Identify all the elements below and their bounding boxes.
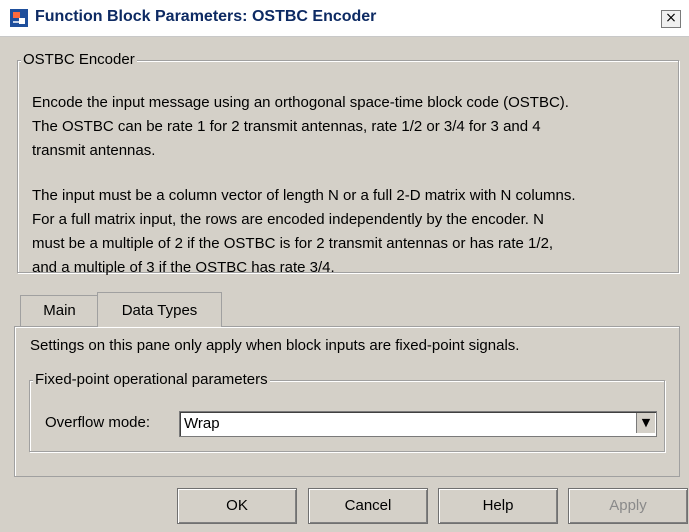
description-group-legend: OSTBC Encoder	[21, 51, 137, 69]
simulink-block-icon	[10, 9, 28, 27]
pane-note: Settings on this pane only apply when bl…	[30, 337, 520, 354]
description-line: transmit antennas.	[32, 142, 156, 159]
description-line: The input must be a column vector of len…	[32, 187, 576, 204]
description-line: The OSTBC can be rate 1 for 2 transmit a…	[32, 118, 541, 135]
description-group: OSTBC Encoder Encode the input message u…	[17, 51, 679, 276]
overflow-mode-value: Wrap	[184, 415, 220, 432]
title-bar: Function Block Parameters: OSTBC Encoder…	[0, 0, 689, 37]
description-line: must be a multiple of 2 if the OSTBC is …	[32, 235, 554, 252]
description-text: Encode the input message using an orthog…	[32, 91, 576, 280]
fixed-point-group-legend: Fixed-point operational parameters	[33, 371, 270, 389]
window-title: Function Block Parameters: OSTBC Encoder	[35, 8, 377, 25]
dropdown-arrow-icon[interactable]: ▼	[636, 413, 655, 433]
tab-main[interactable]: Main	[20, 295, 99, 326]
data-types-pane: Settings on this pane only apply when bl…	[14, 326, 680, 477]
apply-button[interactable]: Apply	[568, 488, 688, 524]
overflow-mode-label: Overflow mode:	[45, 414, 151, 431]
description-line: Encode the input message using an orthog…	[32, 94, 569, 111]
close-button[interactable]: ×	[661, 10, 681, 28]
help-button[interactable]: Help	[438, 488, 558, 524]
description-line: and a multiple of 3 if the OSTBC has rat…	[32, 259, 335, 276]
tab-data-types[interactable]: Data Types	[97, 292, 222, 327]
description-line: For a full matrix input, the rows are en…	[32, 211, 544, 228]
overflow-mode-select[interactable]: Wrap ▼	[179, 411, 657, 437]
cancel-button[interactable]: Cancel	[308, 488, 428, 524]
ok-button[interactable]: OK	[177, 488, 297, 524]
